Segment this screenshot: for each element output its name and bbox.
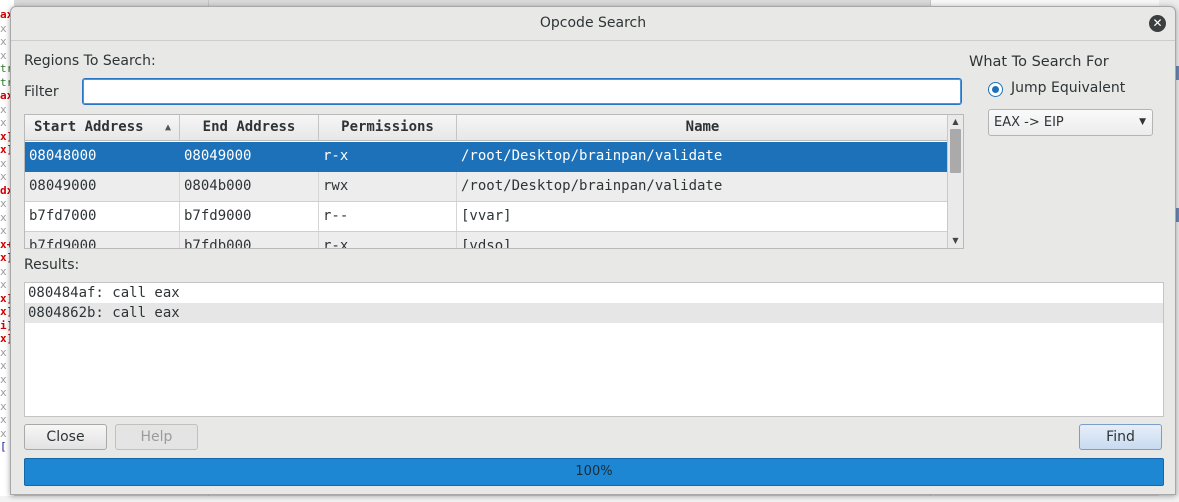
- cell-start-address: b7fd7000: [25, 202, 180, 231]
- jump-equivalent-label: Jump Equivalent: [1011, 80, 1126, 96]
- column-header-name[interactable]: Name: [457, 115, 948, 141]
- help-button[interactable]: Help: [115, 424, 198, 450]
- scrollbar-thumb[interactable]: [950, 129, 961, 173]
- cell-name: /root/Desktop/brainpan/validate: [461, 148, 723, 164]
- cell-end-address: b7fdb000: [180, 232, 319, 248]
- regions-table-body: 08048000 08049000 r-x /root/Desktop/brai…: [25, 142, 948, 249]
- list-item[interactable]: 080484af: call eax: [25, 283, 1163, 303]
- cell-permissions: rwx: [319, 172, 457, 201]
- progress-bar: 100%: [24, 458, 1164, 486]
- table-row[interactable]: b7fd7000 b7fd9000 r-- [vvar]: [25, 202, 948, 232]
- cell-end-address: 0804b000: [180, 172, 319, 201]
- cell-start-address: 08049000: [25, 172, 180, 201]
- table-row[interactable]: 08049000 0804b000 rwx /root/Desktop/brai…: [25, 172, 948, 202]
- cell-end-address: 08049000: [180, 142, 319, 171]
- find-button[interactable]: Find: [1079, 424, 1162, 450]
- cell-permissions: r--: [319, 202, 457, 231]
- dialog-title: Opcode Search: [539, 15, 647, 31]
- cell-name: [vvar]: [461, 208, 512, 224]
- scroll-down-arrow-icon[interactable]: ▼: [948, 235, 963, 247]
- cell-permissions: r-x: [319, 232, 457, 248]
- cell-permissions: r-x: [319, 142, 457, 171]
- regions-label: Regions To Search:: [24, 53, 156, 69]
- column-header-start-address[interactable]: Start Address ▲: [25, 115, 180, 141]
- sort-ascending-icon: ▲: [164, 122, 171, 133]
- table-row[interactable]: 08048000 08049000 r-x /root/Desktop/brai…: [25, 142, 948, 172]
- jump-equivalent-radio[interactable]: [988, 82, 1003, 97]
- table-row[interactable]: b7fd9000 b7fdb000 r-x [vdso]: [25, 232, 948, 249]
- cell-start-address: b7fd9000: [25, 232, 180, 248]
- list-item[interactable]: 0804862b: call eax: [25, 303, 1163, 323]
- opcode-search-dialog: Opcode Search ✕ Regions To Search: Filte…: [10, 6, 1176, 495]
- results-list[interactable]: 080484af: call eax 0804862b: call eax: [24, 282, 1164, 417]
- background-bottom-strip: [0, 496, 1179, 502]
- cell-name: /root/Desktop/brainpan/validate: [461, 178, 723, 194]
- filter-input[interactable]: [82, 78, 962, 105]
- regions-table-scrollbar[interactable]: ▲ ▼: [947, 115, 963, 248]
- what-to-search-label: What To Search For: [969, 54, 1109, 70]
- close-icon[interactable]: ✕: [1149, 15, 1166, 32]
- cell-name: [vdso]: [461, 238, 512, 249]
- filter-label: Filter: [24, 84, 59, 100]
- chevron-down-icon: ▼: [1139, 117, 1146, 127]
- column-header-permissions[interactable]: Permissions: [319, 115, 457, 141]
- dialog-titlebar: Opcode Search ✕: [11, 7, 1175, 41]
- column-header-label: Start Address: [34, 119, 144, 135]
- cell-start-address: 08048000: [25, 142, 180, 171]
- regions-table-header: Start Address ▲ End Address Permissions …: [25, 115, 948, 141]
- register-combo[interactable]: EAX -> EIP ▼: [988, 109, 1153, 136]
- progress-text: 100%: [575, 464, 613, 479]
- scroll-up-arrow-icon[interactable]: ▲: [948, 116, 963, 128]
- results-label: Results:: [24, 257, 80, 273]
- column-header-end-address[interactable]: End Address: [180, 115, 319, 141]
- close-button[interactable]: Close: [24, 424, 107, 450]
- cell-end-address: b7fd9000: [180, 202, 319, 231]
- register-combo-value: EAX -> EIP: [994, 115, 1064, 130]
- regions-table: Start Address ▲ End Address Permissions …: [24, 114, 964, 249]
